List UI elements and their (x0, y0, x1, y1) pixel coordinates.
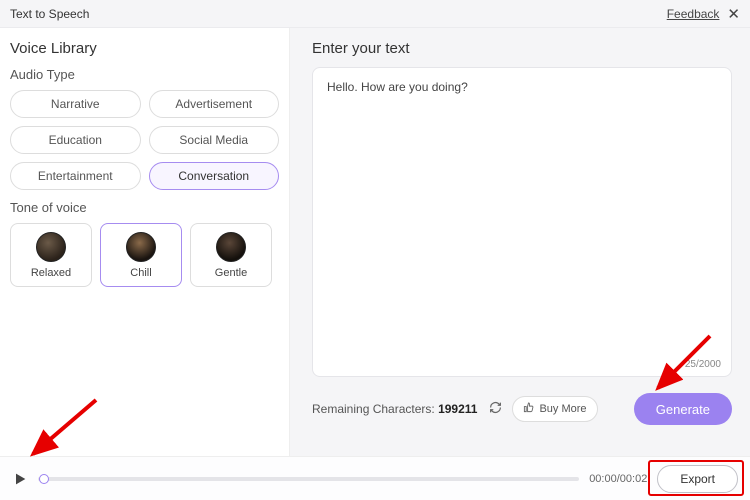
tone-gentle[interactable]: Gentle (190, 223, 272, 287)
header-right: Feedback ✕ (667, 5, 740, 23)
audio-type-advertisement[interactable]: Advertisement (149, 90, 280, 118)
audio-type-grid: Narrative Advertisement Education Social… (10, 90, 279, 190)
audio-type-education[interactable]: Education (10, 126, 141, 154)
remaining-label: Remaining Characters: (312, 402, 435, 416)
progress-track[interactable] (38, 477, 579, 481)
time-total: 00:02 (620, 473, 648, 485)
buy-more-button[interactable]: Buy More (512, 396, 597, 422)
audio-type-narrative[interactable]: Narrative (10, 90, 141, 118)
content: Voice Library Audio Type Narrative Adver… (0, 28, 750, 456)
header: Text to Speech Feedback ✕ (0, 0, 750, 28)
tone-label: Tone of voice (10, 200, 279, 215)
below-row: Remaining Characters: 199211 Buy More Ge… (312, 393, 732, 425)
audio-type-label: Audio Type (10, 67, 279, 82)
progress-thumb[interactable] (39, 474, 49, 484)
tone-label-text: Gentle (215, 267, 247, 279)
refresh-icon[interactable] (489, 401, 502, 417)
voice-library-title: Voice Library (10, 40, 279, 57)
thumbs-up-icon (523, 402, 534, 416)
main: Enter your text 25/2000 Remaining Charac… (290, 28, 750, 456)
generate-button[interactable]: Generate (634, 393, 732, 425)
audio-type-social-media[interactable]: Social Media (149, 126, 280, 154)
char-count: 25/2000 (685, 359, 721, 370)
buy-more-label: Buy More (539, 403, 586, 415)
sidebar: Voice Library Audio Type Narrative Adver… (0, 28, 290, 456)
avatar (126, 232, 156, 262)
time-display: 00:00/00:02 (589, 473, 647, 485)
text-input[interactable] (327, 80, 717, 356)
feedback-link[interactable]: Feedback (667, 7, 720, 21)
footer: 00:00/00:02 Export (0, 456, 750, 500)
avatar (36, 232, 66, 262)
page-title: Text to Speech (10, 7, 89, 21)
tone-row: Relaxed Chill Gentle (10, 223, 279, 287)
char-used: 25 (685, 359, 696, 370)
avatar (216, 232, 246, 262)
close-icon[interactable]: ✕ (727, 5, 740, 23)
enter-text-label: Enter your text (312, 40, 732, 57)
time-elapsed: 00:00 (589, 473, 617, 485)
tone-relaxed[interactable]: Relaxed (10, 223, 92, 287)
char-max: 2000 (699, 359, 721, 370)
text-input-wrap: 25/2000 (312, 67, 732, 377)
audio-type-entertainment[interactable]: Entertainment (10, 162, 141, 190)
tone-label-text: Relaxed (31, 267, 71, 279)
tone-label-text: Chill (130, 267, 151, 279)
export-button[interactable]: Export (657, 465, 738, 493)
tone-chill[interactable]: Chill (100, 223, 182, 287)
remaining-value: 199211 (438, 402, 477, 416)
remaining-characters: Remaining Characters: 199211 (312, 402, 477, 416)
audio-type-conversation[interactable]: Conversation (149, 162, 280, 190)
play-button[interactable] (12, 471, 28, 487)
